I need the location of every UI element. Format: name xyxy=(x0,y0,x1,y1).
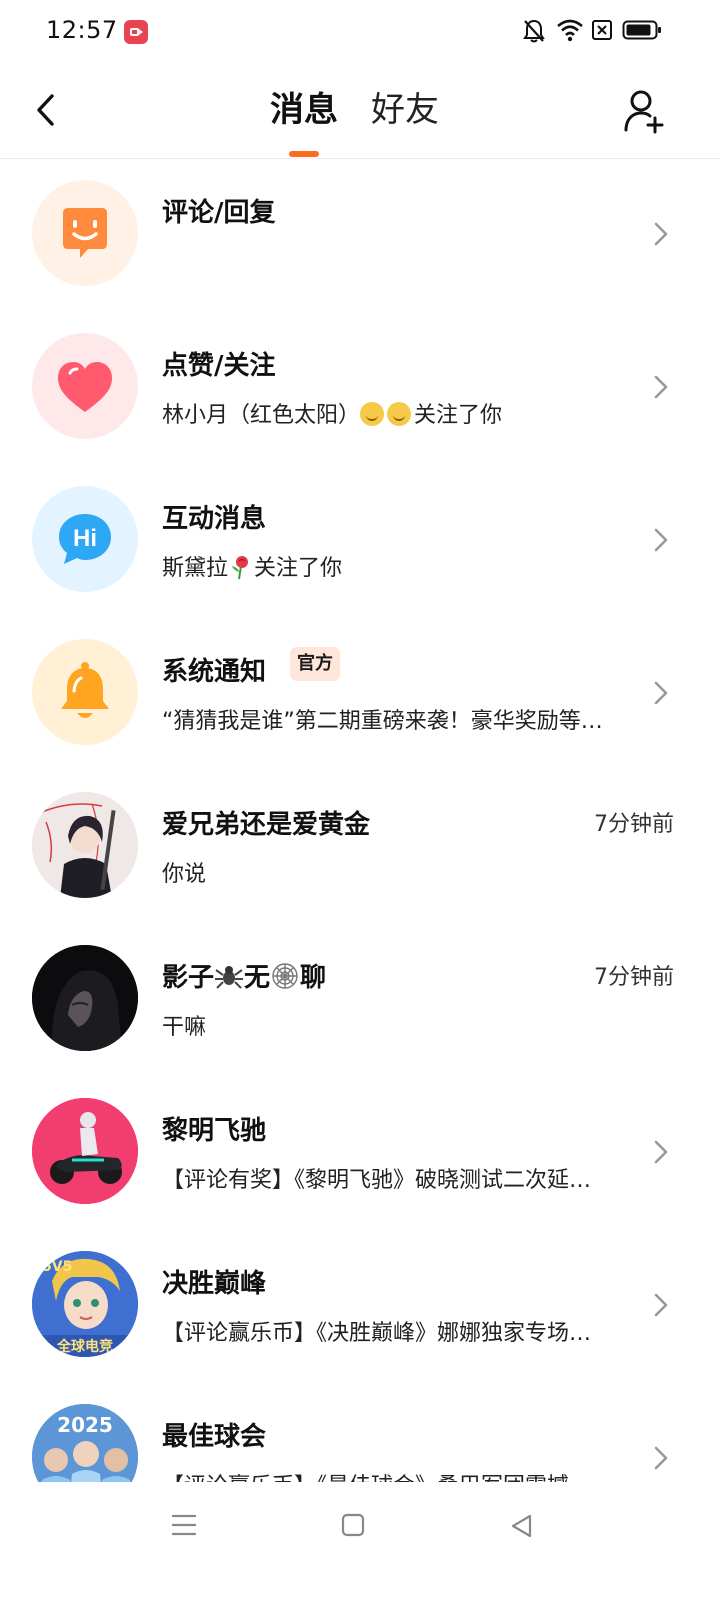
svg-text:Hi: Hi xyxy=(73,525,97,552)
list-item-title: 互动消息 xyxy=(162,504,267,534)
list-item-title: 最佳球会 xyxy=(162,1422,267,1452)
smiling-emoji-icon xyxy=(387,402,412,426)
title-part: 无 xyxy=(244,963,271,993)
list-item-chat[interactable]: 爱兄弟还是爱黄金 7分钟前 你说 xyxy=(0,770,720,923)
anime-character-avatar-image xyxy=(32,792,138,898)
status-time: 12:57 xyxy=(46,16,118,44)
title-part: 聊 xyxy=(300,963,327,993)
chevron-right-icon xyxy=(654,1446,668,1470)
comment-face-icon xyxy=(63,208,107,258)
list-item-title: 黎明飞驰 xyxy=(162,1116,267,1146)
chevron-right-icon xyxy=(654,681,668,705)
chevron-right-icon xyxy=(654,528,668,552)
back-arrow-icon[interactable] xyxy=(30,90,62,130)
follower-name: 林小月（红色太阳） xyxy=(162,403,361,428)
header: 消息 好友 xyxy=(0,64,720,159)
home-icon[interactable] xyxy=(340,1512,366,1538)
active-tab-indicator xyxy=(289,151,319,157)
status-bar: 12:57 xyxy=(0,0,720,64)
rose-icon xyxy=(232,556,249,580)
title-part: 影子 xyxy=(162,963,215,993)
game-avatar: 全球电竞 5V5 xyxy=(32,1251,138,1357)
menu-icon[interactable] xyxy=(170,1512,198,1538)
list-item-chat[interactable]: 影子无聊 7分钟前 干嘛 xyxy=(0,923,720,1076)
spider-web-emoji-icon xyxy=(272,963,298,989)
list-item-likes-follows[interactable]: 点赞/关注 林小月（红色太阳） 关注了你 xyxy=(0,311,720,464)
heart-icon xyxy=(58,362,112,412)
avatar-caption: 2025 xyxy=(57,1413,113,1437)
svg-text:5V5: 5V5 xyxy=(42,1259,72,1275)
dark-hooded-figure-avatar-image xyxy=(32,945,138,1051)
list-item-subtitle: 你说 xyxy=(162,862,207,887)
chevron-right-icon xyxy=(654,1293,668,1317)
follow-text: 关注了你 xyxy=(254,556,343,581)
list-item-game[interactable]: 黎明飞驰 【评论有奖】《黎明飞驰》破晓测试二次延… xyxy=(0,1076,720,1229)
battery-icon xyxy=(622,20,661,40)
avatar-caption: 全球电竞 xyxy=(56,1338,113,1355)
game-avatar xyxy=(32,1098,138,1204)
racing-game-avatar-image xyxy=(32,1098,138,1204)
list-item-title: 系统通知 xyxy=(162,657,267,687)
add-friend-icon[interactable] xyxy=(622,88,666,134)
user-avatar xyxy=(32,792,138,898)
message-time: 7分钟前 xyxy=(594,965,674,990)
bell-icon xyxy=(61,662,109,718)
list-item-subtitle: “猜猜我是谁”第二期重磅来袭！豪华奖励等… xyxy=(162,709,603,734)
list-item-subtitle: 【评论赢乐币】《决胜巅峰》娜娜独家专场… xyxy=(162,1321,592,1346)
chevron-right-icon xyxy=(654,375,668,399)
chevron-right-icon xyxy=(654,222,668,246)
message-time: 7分钟前 xyxy=(594,812,674,837)
list-item-title: 决胜巅峰 xyxy=(162,1269,267,1299)
screen-record-icon xyxy=(124,20,148,44)
tab-friends[interactable]: 好友 xyxy=(371,88,439,132)
notice-avatar xyxy=(32,639,138,745)
tab-messages[interactable]: 消息 xyxy=(270,88,338,132)
comments-avatar xyxy=(32,180,138,286)
list-item-subtitle: 【评论有奖】《黎明飞驰》破晓测试二次延… xyxy=(162,1168,592,1193)
follow-text: 关注了你 xyxy=(414,403,503,428)
no-sim-icon xyxy=(592,20,612,40)
system-navigation-bar xyxy=(0,1482,720,1600)
list-item-interactions[interactable]: Hi 互动消息 斯黛拉 关注了你 xyxy=(0,464,720,617)
back-triangle-icon[interactable] xyxy=(508,1512,536,1540)
list-item-title: 爱兄弟还是爱黄金 xyxy=(162,810,371,840)
user-avatar xyxy=(32,945,138,1051)
follower-name: 斯黛拉 xyxy=(162,556,229,581)
message-list: 评论/回复 点赞/关注 林小月（红色太阳） 关注了你 Hi 互动消息 斯黛拉 关注了… xyxy=(0,158,720,1535)
spider-emoji-icon xyxy=(215,966,244,989)
list-item-system-notice[interactable]: 系统通知 官方 “猜猜我是谁”第二期重磅来袭！豪华奖励等… xyxy=(0,617,720,770)
mute-bell-icon xyxy=(523,19,545,43)
list-item-comments[interactable]: 评论/回复 xyxy=(0,158,720,311)
likes-avatar xyxy=(32,333,138,439)
list-item-title: 评论/回复 xyxy=(162,198,276,228)
list-item-game[interactable]: 全球电竞 5V5 决胜巅峰 【评论赢乐币】《决胜巅峰》娜娜独家专场… xyxy=(0,1229,720,1382)
interactions-avatar: Hi xyxy=(32,486,138,592)
chevron-right-icon xyxy=(654,1140,668,1164)
list-item-subtitle: 林小月（红色太阳） 关注了你 xyxy=(162,397,502,429)
official-badge: 官方 xyxy=(290,647,340,681)
list-item-subtitle: 干嘛 xyxy=(162,1015,207,1040)
list-item-title: 影子无聊 xyxy=(162,957,326,994)
moba-game-avatar-image: 全球电竞 5V5 xyxy=(32,1251,138,1357)
wifi-icon xyxy=(557,19,583,42)
list-item-title: 点赞/关注 xyxy=(162,351,276,381)
hi-bubble-icon: Hi xyxy=(59,514,111,564)
smiling-emoji-icon xyxy=(360,402,385,426)
list-item-subtitle: 斯黛拉 关注了你 xyxy=(162,550,342,582)
